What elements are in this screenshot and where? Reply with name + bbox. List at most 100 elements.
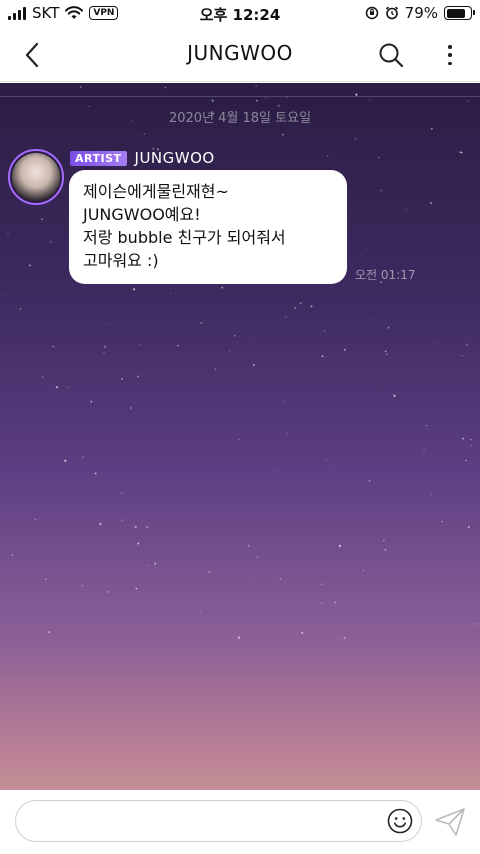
star [195,323,197,325]
star [68,386,70,388]
message-line: 고마워요 :) [83,251,159,270]
star [103,352,105,354]
star [79,86,82,88]
star [368,99,370,101]
message-line: JUNGWOO예요! [83,205,201,224]
star [423,449,425,451]
status-right: 79% [365,4,475,22]
star [343,348,346,351]
star [378,156,380,159]
star [462,437,465,440]
star [470,438,472,441]
star [294,306,297,310]
star [81,585,83,587]
star [320,583,322,585]
search-icon[interactable] [376,40,406,70]
star [55,386,59,389]
star [333,465,335,467]
emoji-icon[interactable] [387,808,413,834]
star [52,345,55,348]
star [325,459,327,461]
star [233,616,235,618]
header-divider [0,96,480,97]
chat-header: JUNGWOO [0,28,480,82]
battery-icon [444,6,475,20]
battery-fill [446,8,465,18]
star [41,218,43,220]
chat-area[interactable]: 2020년 4월 18일 토요일 ARTIST JUNGWOO 제이슨에게물린재… [0,83,480,790]
star [405,209,407,211]
star [121,378,123,380]
more-options-icon[interactable] [442,40,458,70]
star [99,522,102,526]
send-icon[interactable] [434,807,466,837]
star [434,342,436,344]
star [90,400,93,403]
star [49,240,52,243]
star [234,335,236,337]
star [45,578,47,580]
star [202,321,204,323]
star [7,233,9,235]
star [326,155,329,157]
star [301,631,304,634]
sender-row: ARTIST JUNGWOO [70,149,215,167]
star [283,563,285,566]
star [409,359,411,361]
star [135,587,138,590]
avatar[interactable] [8,149,64,205]
star [434,424,436,425]
message-timestamp: 오전 01:17 [355,268,416,282]
star [459,151,462,154]
star [94,472,97,475]
page-title: JUNGWOO [187,41,293,65]
star [300,302,302,304]
star [200,611,202,613]
star [384,549,387,551]
star [164,86,167,89]
message-input[interactable] [16,801,376,841]
star [154,562,157,565]
star [256,99,258,102]
star [208,571,211,574]
message-input-wrapper[interactable] [15,800,422,842]
star [143,133,145,135]
alarm-clock-icon [385,6,398,20]
star [106,590,109,593]
star [228,350,230,352]
star [473,622,476,626]
status-bar: SKT VPN 오후 12:24 79% [0,0,480,28]
star [176,344,179,347]
star [137,375,139,378]
message-bubble[interactable]: 제이슨에게물린재현~ JUNGWOO예요! 저랑 bubble 친구가 되어줘서… [69,170,347,284]
star [2,293,4,295]
date-divider: 2020년 4월 18일 토요일 [168,111,312,126]
star [470,445,473,447]
star [294,474,295,476]
star [231,595,233,597]
star [148,564,150,566]
star [461,354,463,357]
star [255,84,258,88]
star [324,330,326,332]
avatar-image [12,153,60,201]
star [82,456,84,459]
star [393,394,396,397]
star [170,293,172,295]
star [371,319,373,321]
star [121,492,123,494]
star [381,530,383,532]
star [214,368,217,370]
star [139,344,141,346]
star [343,636,346,639]
star [137,542,140,545]
star [106,323,108,324]
star [467,525,470,528]
star [34,518,37,521]
star [132,288,136,291]
star [221,286,224,289]
star [200,321,203,325]
artist-badge: ARTIST [70,150,127,166]
star [429,201,433,205]
battery-percent: 79% [404,4,438,22]
